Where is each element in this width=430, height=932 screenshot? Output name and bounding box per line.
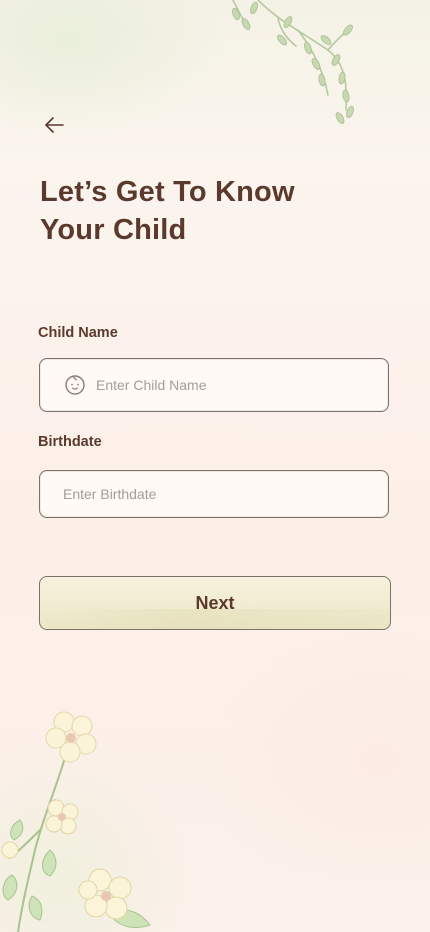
next-button[interactable]: Next (39, 576, 391, 630)
arrow-left-icon (45, 117, 64, 133)
child-name-label: Child Name (38, 325, 118, 341)
child-name-input[interactable] (96, 377, 388, 393)
birthdate-input[interactable] (63, 486, 388, 502)
child-name-field[interactable] (39, 358, 389, 412)
branch-illustration (232, 0, 354, 124)
next-button-label: Next (195, 592, 235, 613)
back-button[interactable] (38, 110, 70, 140)
child-face-icon (64, 373, 86, 397)
flower-illustration (1, 711, 151, 932)
birthdate-field[interactable] (39, 470, 389, 518)
page-title: Let’s Get To Know Your Child (40, 176, 295, 246)
birthdate-label: Birthdate (38, 434, 102, 450)
